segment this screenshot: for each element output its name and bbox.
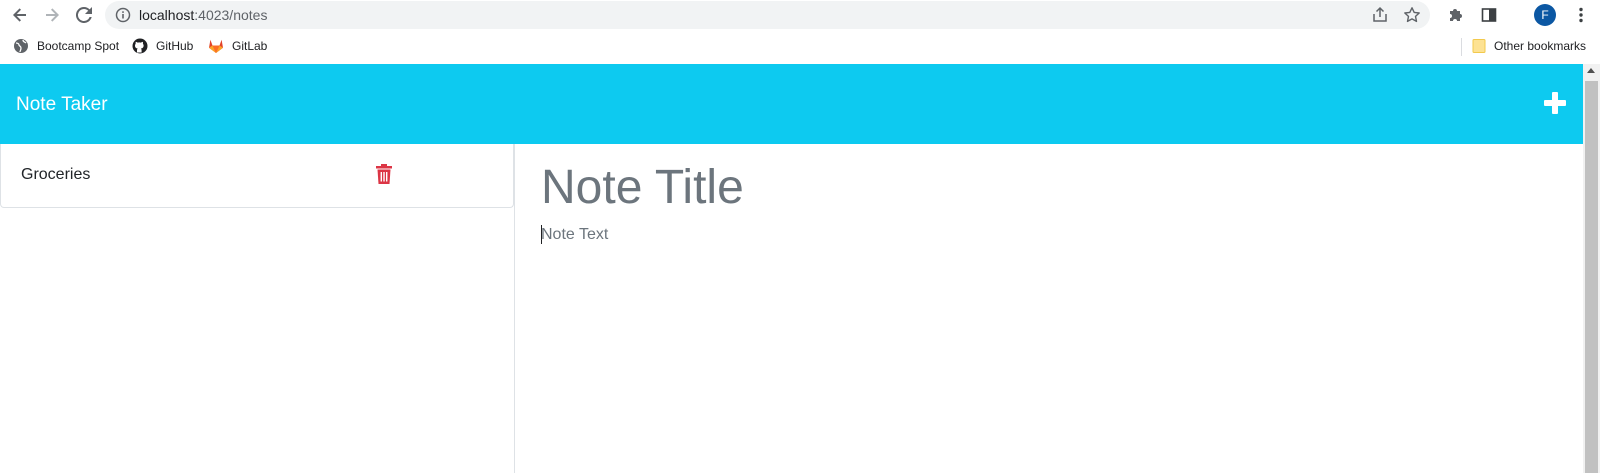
text-caret (541, 225, 542, 244)
bookmark-label: Bootcamp Spot (37, 39, 120, 53)
plus-icon[interactable] (1543, 91, 1567, 115)
gitlab-icon (209, 39, 223, 53)
scrollbar-thumb[interactable] (1585, 81, 1598, 473)
note-item-title[interactable]: Groceries (21, 166, 90, 184)
page-scrollbar[interactable] (1583, 64, 1600, 473)
note-list: Groceries (0, 144, 515, 473)
folder-icon (1472, 39, 1486, 53)
bookmarks-divider (1461, 38, 1462, 56)
forward-arrow-icon[interactable] (40, 3, 64, 27)
note-title-input[interactable] (541, 156, 1541, 218)
app-title[interactable]: Note Taker (16, 94, 108, 116)
bookmark-bootcamp-spot[interactable]: Bootcamp Spot (13, 36, 119, 56)
kebab-menu-icon[interactable] (1570, 4, 1592, 26)
bookmark-label: GitHub (156, 39, 194, 53)
bookmark-label: GitLab (232, 39, 268, 53)
browser-toolbar: localhost:4023/notes F (0, 0, 1600, 30)
star-icon[interactable] (1403, 6, 1421, 24)
bookmark-label: Other bookmarks (1494, 39, 1587, 53)
app-header: Note Taker (0, 64, 1583, 144)
info-icon[interactable] (115, 7, 131, 23)
reload-icon[interactable] (72, 3, 96, 27)
share-icon[interactable] (1371, 6, 1389, 24)
globe-icon (14, 39, 28, 53)
profile-avatar[interactable]: F (1534, 4, 1556, 26)
trash-icon[interactable] (376, 164, 392, 184)
github-icon (132, 38, 148, 54)
url-path: :4023/notes (194, 7, 268, 23)
side-panel-icon[interactable] (1478, 4, 1500, 26)
puzzle-icon[interactable] (1445, 4, 1467, 26)
bookmark-other[interactable]: Other bookmarks (1472, 36, 1586, 56)
scroll-up-icon[interactable] (1587, 68, 1595, 73)
bookmark-gitlab[interactable]: GitLab (208, 36, 267, 56)
note-text-input[interactable] (541, 224, 1541, 424)
url-text[interactable]: localhost:4023/notes (139, 7, 267, 23)
note-editor (515, 144, 1583, 473)
bookmark-github[interactable]: GitHub (132, 36, 193, 56)
url-host: localhost (139, 7, 195, 23)
list-item[interactable]: Groceries (0, 144, 514, 208)
bookmarks-bar: Bootcamp Spot GitHub GitLab Other bookma… (0, 30, 1600, 64)
address-bar[interactable]: localhost:4023/notes (105, 1, 1430, 29)
back-arrow-icon[interactable] (8, 3, 32, 27)
